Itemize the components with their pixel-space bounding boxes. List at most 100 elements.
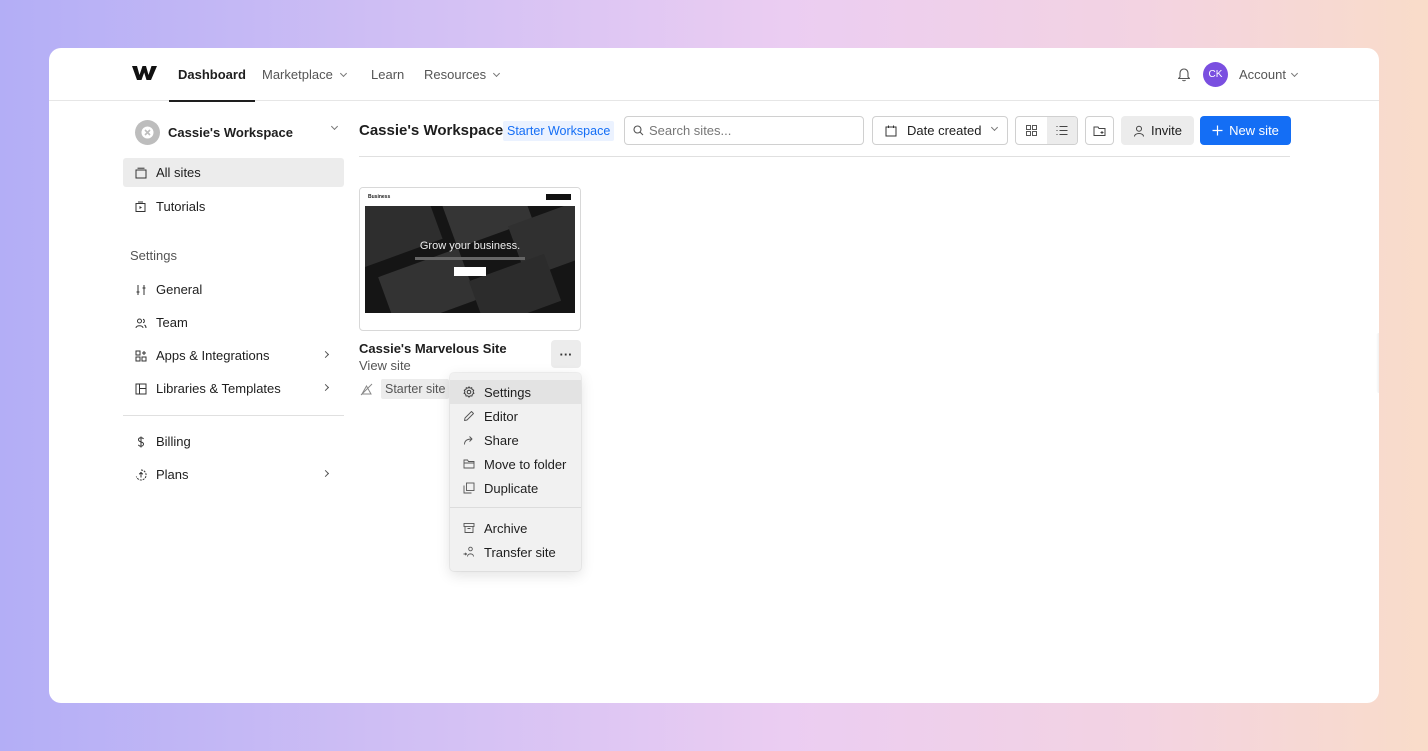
new-site-button[interactable]: New site [1200,116,1291,145]
site-thumbnail[interactable]: Business Grow your business. [359,187,581,331]
share-icon [464,436,473,445]
grid-view-button[interactable] [1016,117,1047,144]
webflow-logo-icon[interactable] [132,65,157,81]
sidebar-item-plans[interactable]: Plans [123,460,344,489]
grid-icon [1025,125,1037,136]
chevron-down-icon [1290,69,1299,77]
chevron-right-icon [321,383,330,392]
scroll-edge [1376,333,1379,393]
duplicate-icon [463,482,475,494]
account-menu[interactable]: Account [1239,48,1299,101]
workspace-name: Cassie's Workspace [168,124,293,140]
thumbnail-cta [546,194,571,200]
menu-item-duplicate[interactable]: Duplicate [450,476,581,500]
folder-icon [463,459,475,469]
account-label: Account [1239,67,1286,82]
workspace-plan-badge[interactable]: Starter Workspace [503,121,615,141]
site-name[interactable]: Cassie's Marvelous Site [359,341,507,356]
new-site-label: New site [1229,123,1279,138]
plus-icon [1212,125,1223,136]
menu-item-archive[interactable]: Archive [450,516,581,540]
calendar-icon [885,125,897,136]
thumbnail-heading: Grow your business. [419,240,521,252]
invite-label: Invite [1150,123,1183,138]
tutorials-icon [135,201,146,212]
workspace-selector[interactable]: Cassie's Workspace [135,119,345,145]
sidebar-item-all-sites[interactable]: All sites [123,158,344,187]
sidebar-item-label: Team [156,315,188,330]
nav-resources-label: Resources [424,67,487,82]
chevron-down-icon [493,69,501,77]
search-input[interactable] [649,123,849,138]
sites-icon [135,167,147,178]
thumbnail-hero: Grow your business. [365,206,575,313]
site-more-button[interactable]: ··· [551,340,581,368]
menu-item-label: Share [484,432,519,448]
chevron-right-icon [321,469,330,478]
settings-heading: Settings [130,248,177,263]
thumbnail-button [454,267,486,276]
menu-item-label: Settings [484,384,531,400]
chevron-right-icon [321,350,330,359]
list-icon [1056,126,1068,135]
bell-icon[interactable] [1177,67,1191,82]
menu-item-move-to-folder[interactable]: Move to folder [450,452,581,476]
menu-item-share[interactable]: Share [450,428,581,452]
folder-plus-icon [1093,126,1106,136]
menu-item-label: Transfer site [484,544,556,560]
list-view-button[interactable] [1046,117,1077,144]
sidebar-item-label: Apps & Integrations [156,348,270,363]
sidebar-item-label: General [156,282,203,297]
thumbnail-navbar: Business [360,188,580,206]
sidebar-item-label: Plans [156,467,189,482]
menu-item-label: Editor [484,408,518,424]
plans-icon [135,468,147,480]
sort-select[interactable]: Date created [872,116,1008,145]
menu-divider [450,507,581,508]
sidebar-item-label: All sites [156,165,201,180]
invite-button[interactable]: Invite [1121,116,1194,145]
plan-off-icon [360,383,373,396]
new-folder-button[interactable] [1085,116,1114,145]
site-context-menu: Settings Editor Share Move to folder Dup… [450,373,581,571]
sidebar-item-apps-integrations[interactable]: Apps & Integrations [123,341,344,370]
menu-item-label: Duplicate [484,480,539,496]
page-title: Cassie's Workspace [359,122,504,139]
nav-dashboard-label: Dashboard [178,67,246,82]
user-icon [1133,125,1144,137]
nav-marketplace[interactable]: Marketplace [262,48,347,101]
chevron-down-icon [990,123,999,132]
menu-item-editor[interactable]: Editor [450,404,581,428]
thumbnail-subtext [415,257,525,260]
search-box[interactable] [624,116,864,145]
sidebar-item-libraries-templates[interactable]: Libraries & Templates [123,374,344,403]
nav-resources[interactable]: Resources [424,48,501,101]
menu-item-transfer-site[interactable]: Transfer site [450,540,581,564]
nav-dashboard[interactable]: Dashboard [169,48,255,102]
menu-item-settings[interactable]: Settings [450,380,581,404]
archive-icon [463,523,475,533]
gear-icon [463,386,475,398]
sliders-icon [136,284,146,295]
menu-item-label: Move to folder [484,456,567,472]
sidebar-item-team[interactable]: Team [123,308,344,337]
sidebar-item-label: Billing [156,434,191,449]
sidebar-item-billing[interactable]: Billing [123,427,344,456]
top-nav: Dashboard Marketplace Learn Resources CK… [49,48,1379,102]
sidebar-item-tutorials[interactable]: Tutorials [123,192,344,221]
chevron-down-icon [330,122,339,131]
nav-learn[interactable]: Learn [371,48,404,101]
sidebar-item-label: Tutorials [156,199,206,214]
nav-learn-label: Learn [371,67,405,82]
more-dots-icon: ··· [559,346,573,362]
view-site-link[interactable]: View site [359,358,411,373]
team-icon [135,318,147,328]
app-window: Dashboard Marketplace Learn Resources CK… [49,48,1379,703]
apps-icon [135,350,147,361]
sidebar-item-general[interactable]: General [123,275,344,304]
transfer-icon [463,546,474,557]
avatar[interactable]: CK [1203,62,1228,87]
nav-marketplace-label: Marketplace [262,67,333,82]
site-plan-badge: Starter site [381,379,450,399]
libraries-icon [135,383,147,394]
